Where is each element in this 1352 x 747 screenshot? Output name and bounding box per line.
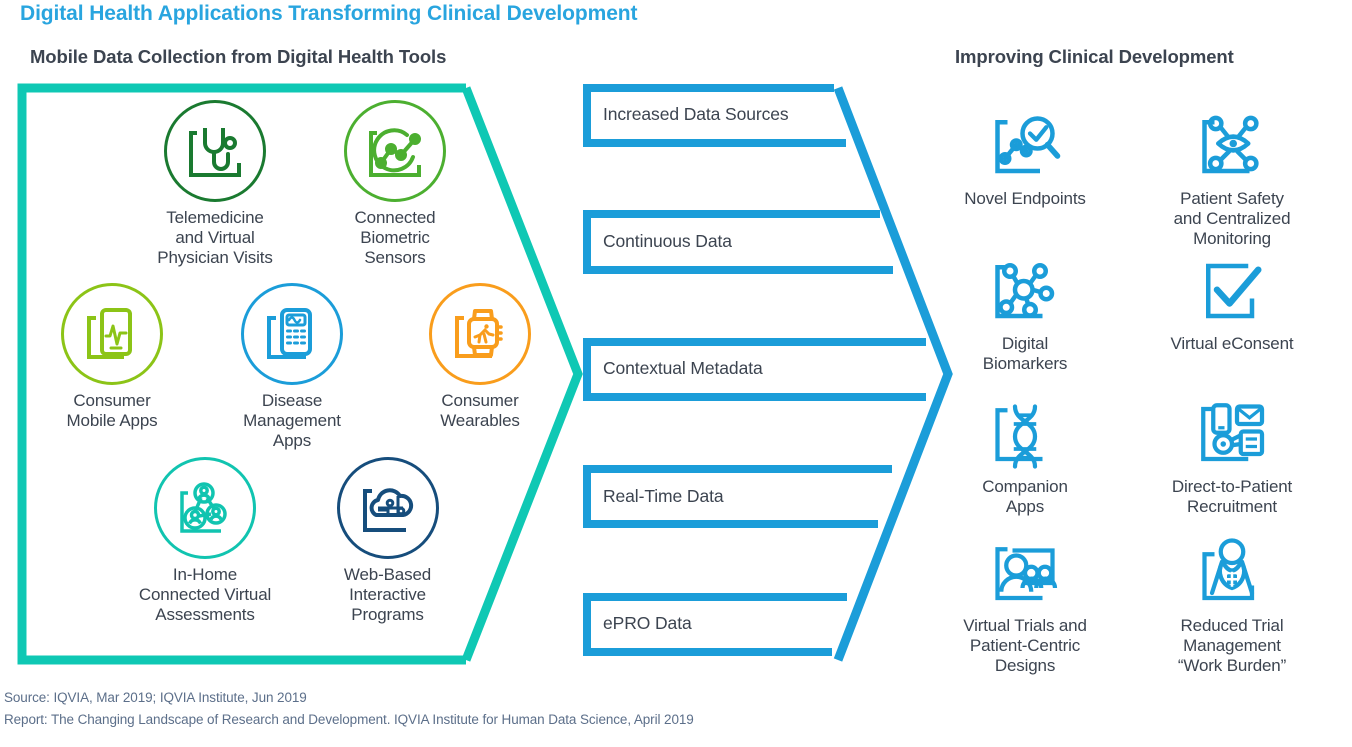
- right-item-label: Virtual eConsent: [1170, 334, 1294, 353]
- dna-helix-icon: [925, 388, 1125, 474]
- bar-label-epro-data: ePRO Data: [603, 613, 692, 633]
- bar-label-real-time-data: Real-Time Data: [603, 486, 724, 506]
- page-title: Digital Health Applications Transforming…: [20, 2, 638, 25]
- right-item-virtual-econsent: Virtual eConsent: [1132, 245, 1332, 354]
- right-item-label: Direct-to-Patient Recruitment: [1171, 477, 1293, 516]
- left-item-disease-management-apps: Disease Management Apps: [202, 283, 382, 451]
- right-item-label: Virtual Trials and Patient-Centric Desig…: [963, 616, 1087, 675]
- right-item-label: Reduced Trial Management “Work Burden”: [1177, 616, 1287, 675]
- bar-label-increased-data-sources: Increased Data Sources: [603, 104, 789, 124]
- left-item-connected-biometric-sensors: Connected Biometric Sensors: [300, 100, 490, 268]
- eye-network-icon: [1132, 100, 1332, 186]
- bar-label-contextual-metadata: Contextual Metadata: [603, 358, 763, 378]
- right-item-label: Patient Safety and Centralized Monitorin…: [1173, 189, 1291, 248]
- mobile-vitals-icon: [61, 283, 163, 385]
- outreach-devices-icon: [1132, 388, 1332, 474]
- left-item-label: Consumer Wearables: [440, 391, 520, 430]
- right-item-novel-endpoints: Novel Endpoints: [925, 100, 1125, 209]
- left-item-label: In-Home Connected Virtual Assessments: [138, 565, 272, 624]
- smartwatch-runner-icon: [429, 283, 531, 385]
- left-item-label: Connected Biometric Sensors: [354, 208, 436, 267]
- right-item-direct-to-patient-recruitment: Direct-to-Patient Recruitment: [1132, 388, 1332, 517]
- left-item-consumer-wearables: Consumer Wearables: [390, 283, 570, 431]
- biometric-chart-icon: [344, 100, 446, 202]
- clinician-icon: [1132, 527, 1332, 613]
- left-item-consumer-mobile-apps: Consumer Mobile Apps: [22, 283, 202, 431]
- left-item-label: Web-Based Interactive Programs: [343, 565, 432, 624]
- calculator-device-icon: [241, 283, 343, 385]
- left-item-label: Telemedicine and Virtual Physician Visit…: [157, 208, 273, 267]
- molecule-network-icon: [925, 245, 1125, 331]
- right-item-label: Digital Biomarkers: [982, 334, 1068, 373]
- right-section-title: Improving Clinical Development: [955, 46, 1234, 67]
- right-item-companion-apps: Companion Apps: [925, 388, 1125, 517]
- right-item-patient-safety: Patient Safety and Centralized Monitorin…: [1132, 100, 1332, 249]
- right-item-label: Novel Endpoints: [964, 189, 1086, 208]
- infographic-canvas: Digital Health Applications Transforming…: [0, 0, 1352, 747]
- connected-people-icon: [154, 457, 256, 559]
- left-item-in-home-assessments: In-Home Connected Virtual Assessments: [110, 457, 300, 625]
- stethoscope-icon: [164, 100, 266, 202]
- right-item-reduced-trial-management: Reduced Trial Management “Work Burden”: [1132, 527, 1332, 676]
- left-item-label: Disease Management Apps: [243, 391, 341, 450]
- right-item-label: Companion Apps: [982, 477, 1068, 516]
- cloud-network-icon: [336, 457, 439, 559]
- right-item-digital-biomarkers: Digital Biomarkers: [925, 245, 1125, 374]
- left-item-web-based-programs: Web-Based Interactive Programs: [300, 457, 475, 625]
- left-section-title: Mobile Data Collection from Digital Heal…: [30, 46, 447, 67]
- virtual-meeting-icon: [925, 527, 1125, 613]
- left-item-telemedicine: Telemedicine and Virtual Physician Visit…: [120, 100, 310, 268]
- right-item-virtual-trials: Virtual Trials and Patient-Centric Desig…: [925, 527, 1125, 676]
- bar-label-continuous-data: Continuous Data: [603, 231, 732, 251]
- footer-report: Report: The Changing Landscape of Resear…: [4, 712, 694, 727]
- footer-source: Source: IQVIA, Mar 2019; IQVIA Institute…: [4, 690, 307, 705]
- left-item-label: Consumer Mobile Apps: [66, 391, 158, 430]
- magnifier-chart-icon: [925, 100, 1125, 186]
- checkmark-document-icon: [1132, 245, 1332, 331]
